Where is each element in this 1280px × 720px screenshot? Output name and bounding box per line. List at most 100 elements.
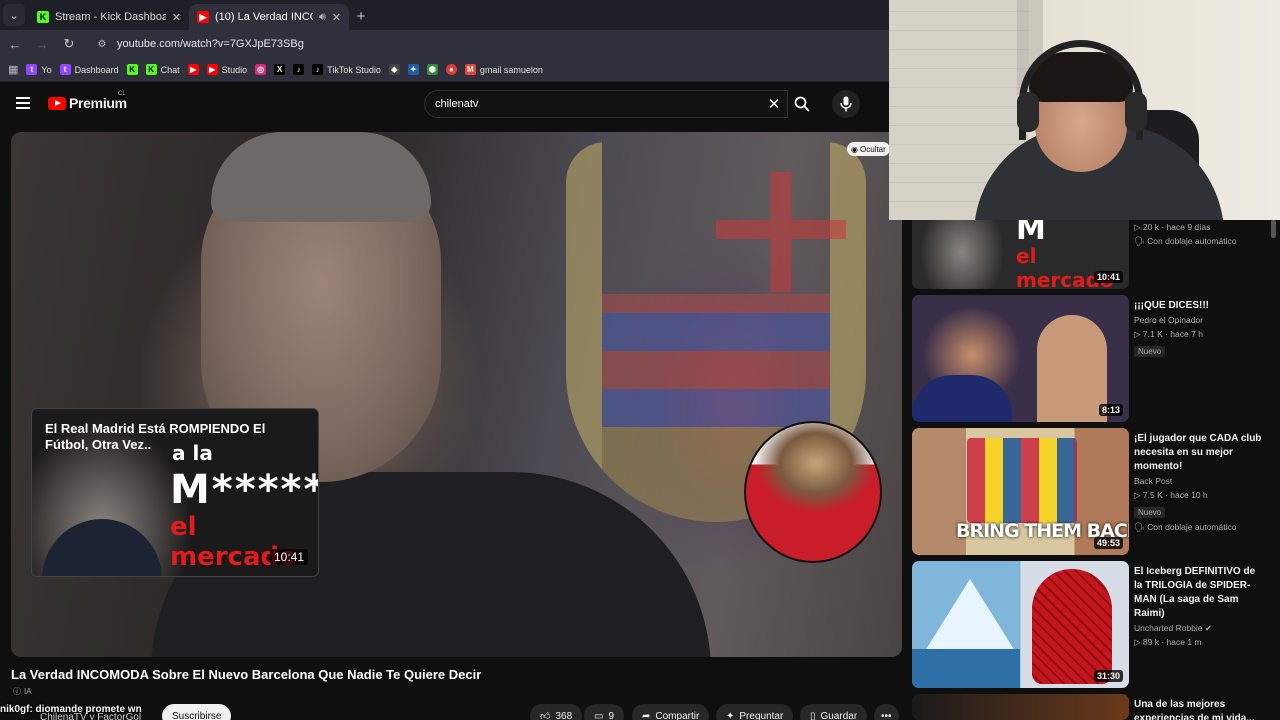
- endscreen-channel-avatar[interactable]: [744, 421, 882, 563]
- more-actions-button[interactable]: •••: [874, 704, 899, 720]
- views-age: ▷ 7.1 K · hace 7 h: [1134, 329, 1203, 339]
- tiktok-icon: ♪: [312, 64, 324, 75]
- apps-icon[interactable]: ▦: [8, 63, 18, 76]
- bookmark-label: Dashboard: [74, 64, 119, 75]
- close-icon[interactable]: ✕: [172, 11, 181, 24]
- recommendation-thumbnail[interactable]: 31:30: [912, 561, 1129, 688]
- headset-ear-image: [1125, 92, 1147, 132]
- share-button[interactable]: ➦ Compartir: [632, 704, 710, 720]
- reload-button[interactable]: ↻: [57, 32, 81, 56]
- bookmark-chat[interactable]: K Chat: [145, 64, 180, 75]
- channel-name[interactable]: Pedro el Opinador: [1134, 313, 1264, 327]
- clear-search-icon[interactable]: ✕: [761, 95, 787, 113]
- bookmark-instagram[interactable]: ◎: [255, 64, 267, 75]
- bookmark-yo[interactable]: t Yo: [26, 64, 52, 75]
- microphone-icon: [840, 96, 852, 112]
- endscreen-video-card[interactable]: El Real Madrid Está ROMPIENDO El Fútbol,…: [31, 408, 319, 577]
- comments-button[interactable]: ▭ 9: [584, 704, 625, 720]
- bookmark-label: TikTok Studio: [327, 64, 381, 75]
- new-tab-button[interactable]: +: [349, 4, 373, 28]
- bookmark-youtube[interactable]: ▶: [187, 64, 199, 75]
- hide-endscreen-button[interactable]: ◉ Ocultar: [847, 142, 890, 156]
- bookmark-diamond[interactable]: ◆: [388, 64, 400, 75]
- menu-icon[interactable]: [16, 97, 30, 109]
- sparkle-icon: ✦: [726, 710, 735, 720]
- headset-ear-image: [1017, 92, 1039, 132]
- views-age: ▷ 20 k · hace 9 días: [1134, 222, 1211, 232]
- search-input[interactable]: chilenatv ✕: [424, 90, 788, 118]
- kick-icon: K: [145, 64, 157, 75]
- recommendation-thumbnail[interactable]: BRING THEM BACK! 49:53: [912, 428, 1129, 555]
- bookmark-chrome[interactable]: ●: [445, 64, 457, 75]
- video-player[interactable]: [11, 132, 902, 657]
- share-icon: ➦: [642, 710, 651, 720]
- sidebar-scrollbar[interactable]: [1271, 220, 1276, 238]
- bookmark-studio[interactable]: ▶ Studio: [206, 64, 247, 75]
- verified-icon: ✔: [1204, 623, 1213, 633]
- new-badge: Nuevo: [1134, 346, 1166, 357]
- hide-label: Ocultar: [859, 144, 886, 154]
- tab-youtube-video[interactable]: ▶ (10) La Verdad INCOMODA 🔊︎ ✕: [189, 4, 349, 30]
- bookmark-star[interactable]: ✦: [407, 64, 419, 75]
- close-icon[interactable]: ✕: [332, 11, 341, 24]
- search-query: chilenatv: [435, 98, 479, 110]
- recommendation-thumbnail[interactable]: [912, 694, 1129, 720]
- bookmark-x[interactable]: X: [274, 64, 286, 75]
- recommendation-title: El Iceberg DEFINITIVO de la TRILOGIA de …: [1134, 566, 1256, 619]
- video-duration: 8:13: [1098, 404, 1123, 416]
- spiderman-mask-image: [1032, 569, 1112, 684]
- tab-kick-dashboard[interactable]: K Stream - Kick Dashboard ✕: [29, 4, 189, 30]
- channel-name[interactable]: Uncharted Robbie ✔: [1134, 621, 1264, 635]
- stream-chat-message: nik0gf: diomande promete wn: [0, 704, 142, 715]
- endcard-duration: 10:41: [269, 549, 308, 565]
- eye-off-icon: ◉: [851, 144, 858, 154]
- views-age: ▷ 7.5 K · hace 10 h: [1134, 490, 1208, 500]
- bookmark-shield[interactable]: ⬢: [426, 64, 438, 75]
- tab-list-button[interactable]: ⌄: [3, 4, 25, 26]
- recommendation-title: ¡El jugador que CADA club necesita en su…: [1134, 433, 1262, 472]
- new-badge: Nuevo: [1134, 507, 1166, 518]
- bookmark-dashboard[interactable]: t Dashboard: [59, 64, 119, 75]
- bookmark-label: Chat: [160, 64, 180, 75]
- recommendation-meta: ¡El jugador que CADA club necesita en su…: [1134, 432, 1264, 534]
- share-label: Compartir: [655, 710, 700, 720]
- bookmark-gmail[interactable]: Mgmail samuelon: [464, 64, 543, 75]
- youtube-icon: ▶: [187, 64, 199, 75]
- recommendation-thumbnail[interactable]: 8:13: [912, 295, 1129, 422]
- thumbnail-person-image: [1037, 315, 1107, 422]
- bookmark-kick[interactable]: K: [126, 64, 138, 75]
- subscribe-button[interactable]: Suscribirse: [162, 704, 232, 720]
- url-field[interactable]: ⚙ youtube.com/watch?v=7GXJpE73SBg: [89, 33, 882, 55]
- twitch-icon: t: [59, 64, 71, 75]
- search-button[interactable]: [786, 90, 818, 118]
- bookmarks-bar: ▦ t Yo t Dashboard K K Chat ▶ ▶ Studio ◎ X ♪…: [0, 58, 890, 82]
- youtube-premium-logo[interactable]: Premium CL: [48, 91, 127, 111]
- channel-name[interactable]: Back Post: [1134, 474, 1264, 488]
- recommendation-title: Una de las mejores experiencias de mi vi…: [1134, 699, 1255, 720]
- bookmark-tiktok-studio[interactable]: ♪ TikTok Studio: [312, 64, 381, 75]
- bookmark-tiktok[interactable]: ♪: [293, 64, 305, 75]
- tab-label: Stream - Kick Dashboard: [55, 11, 166, 23]
- auto-dub-label: 🗣︎ Con doblaje automático: [1134, 236, 1237, 246]
- like-count: 368: [555, 710, 573, 720]
- webcam-overlay: [889, 0, 1280, 220]
- ask-button[interactable]: ✦ Preguntar: [716, 704, 794, 720]
- save-label: Guardar: [820, 710, 858, 720]
- recommendation-meta: Una de las mejores experiencias de mi vi…: [1134, 698, 1264, 720]
- video-title: La Verdad INCOMODA Sobre El Nuevo Barcel…: [11, 667, 482, 682]
- save-button[interactable]: ▯ Guardar: [800, 704, 868, 720]
- voice-search-button[interactable]: [832, 90, 860, 118]
- country-code: CL: [118, 91, 126, 97]
- thumbnail-club-badges-image: [967, 438, 1077, 523]
- back-button[interactable]: ←: [3, 32, 27, 56]
- iceberg-image: [920, 579, 1020, 659]
- video-duration: 10:41: [1093, 271, 1123, 283]
- like-button[interactable]: 👍︎ 368: [530, 704, 583, 720]
- comment-count: 9: [608, 710, 615, 720]
- bookmark-icon: ▯: [810, 710, 816, 720]
- site-settings-icon[interactable]: ⚙: [95, 37, 109, 51]
- forward-button[interactable]: →: [30, 32, 54, 56]
- kick-icon: K: [126, 64, 138, 75]
- recommendation-title: ¡¡¡QUE DICES!!!: [1134, 300, 1209, 311]
- speaker-icon[interactable]: 🔊︎: [319, 11, 326, 24]
